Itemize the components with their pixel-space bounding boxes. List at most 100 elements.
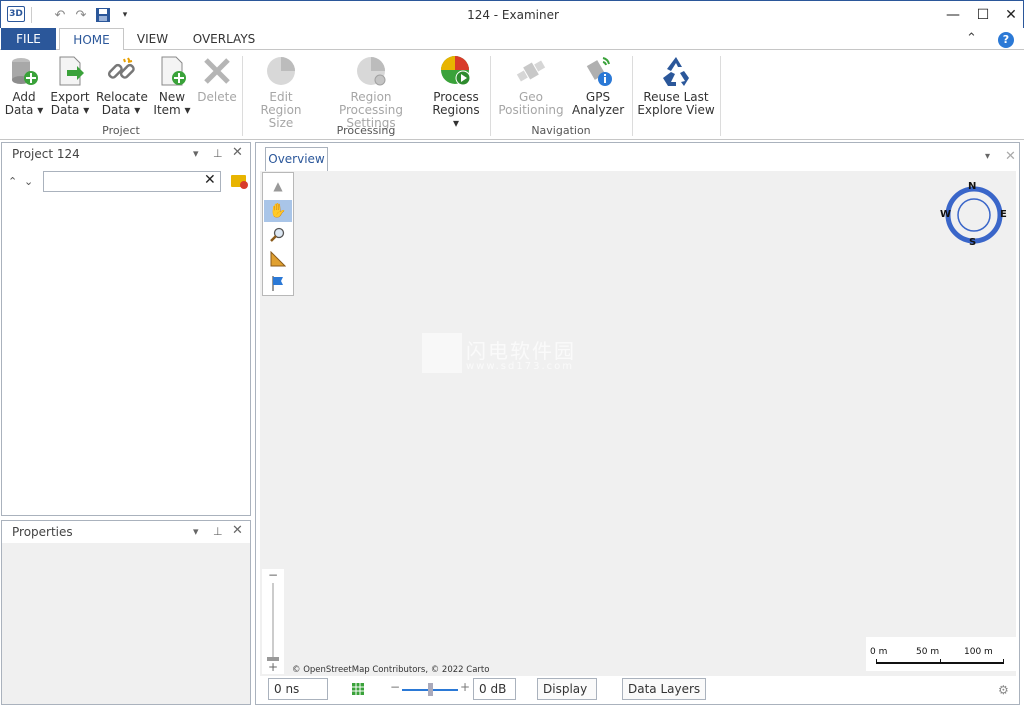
display-button[interactable]: Display xyxy=(537,678,597,700)
compass-s: S xyxy=(969,237,977,248)
scale-tick xyxy=(1003,659,1004,664)
group-separator xyxy=(490,56,491,136)
gain-increase-icon[interactable]: + xyxy=(460,680,470,694)
export-data-button[interactable]: Export Data ▾ xyxy=(50,54,90,126)
compass-e: E xyxy=(1000,209,1007,220)
gain-slider-thumb[interactable] xyxy=(428,683,433,696)
status-bar: 0 ns − + 0 dB Display Data Layers ⚙ xyxy=(258,676,1018,704)
export-doc-icon xyxy=(53,54,87,88)
relocate-data-label-2: Data ▾ xyxy=(101,103,141,117)
satellite-icon xyxy=(514,54,548,88)
tab-view[interactable]: VIEW xyxy=(130,28,175,50)
title-bar: 3D ↶ ↷ ▾ 124 - Examiner — ☐ ✕ xyxy=(0,0,1024,28)
grid-move-icon[interactable] xyxy=(350,681,366,700)
tab-overlays[interactable]: OVERLAYS xyxy=(188,28,260,50)
group-separator xyxy=(720,56,721,136)
new-doc-icon xyxy=(155,54,189,88)
reuse-last-explore-view-button[interactable]: Reuse Last Explore View xyxy=(636,54,716,126)
gps-analyzer-button[interactable]: GPS Analyzer xyxy=(572,54,624,126)
flag-marker-icon[interactable] xyxy=(264,272,292,294)
data-layers-button[interactable]: Data Layers xyxy=(622,678,706,700)
scale-label-100: 100 m xyxy=(964,647,993,657)
panel-menu-icon[interactable]: ▾ xyxy=(193,147,199,160)
collapse-ribbon-icon[interactable]: ⌃ xyxy=(966,31,977,46)
reuse-last-label-2: Explore View xyxy=(637,103,715,117)
scale-tick xyxy=(940,659,941,664)
watermark-url: www.sd173.com xyxy=(466,361,574,372)
pin-icon[interactable]: ⊥ xyxy=(213,147,223,160)
processing-settings-icon xyxy=(354,54,388,88)
relocate-data-button[interactable]: Relocate Data ▾ xyxy=(96,54,148,126)
doc-close-icon[interactable]: ✕ xyxy=(1005,149,1016,164)
expand-all-icon[interactable]: ⌄ xyxy=(24,175,33,188)
tab-home[interactable]: HOME xyxy=(59,28,124,51)
project-search-input[interactable] xyxy=(43,171,221,192)
geo-positioning-button[interactable]: Geo Positioning xyxy=(496,54,566,126)
gps-info-icon xyxy=(581,54,615,88)
time-field[interactable]: 0 ns xyxy=(268,678,328,700)
pie-play-icon xyxy=(439,54,473,88)
database-add-icon xyxy=(7,54,41,88)
folder-record-icon[interactable] xyxy=(231,175,248,189)
zoom-track xyxy=(272,583,274,657)
watermark-text: 闪电软件园 xyxy=(466,339,576,363)
close-window-icon[interactable]: ✕ xyxy=(999,5,1023,25)
doc-menu-icon[interactable]: ▾ xyxy=(985,151,990,162)
help-icon[interactable]: ? xyxy=(998,32,1014,48)
collapse-all-icon[interactable]: ⌃ xyxy=(8,175,17,188)
group-label-navigation: Navigation xyxy=(531,124,591,137)
zoom-magnifier-icon[interactable] xyxy=(264,224,292,246)
zoom-slider[interactable]: − + xyxy=(262,568,284,674)
tab-overview[interactable]: Overview xyxy=(265,147,328,172)
minimize-icon[interactable]: — xyxy=(941,5,965,25)
project-panel: Project 124 ▾ ⊥ ✕ ⌃ ⌄ ✕ xyxy=(1,142,251,516)
add-data-label-2: Data ▾ xyxy=(4,103,44,117)
new-item-label-2: Item ▾ xyxy=(153,103,191,117)
map-toolbar: ▲ ✋ xyxy=(262,172,294,296)
panel-close-icon[interactable]: ✕ xyxy=(232,523,243,538)
properties-panel: Properties ▾ ⊥ ✕ xyxy=(1,520,251,705)
gain-decrease-icon[interactable]: − xyxy=(390,680,400,694)
group-separator xyxy=(632,56,633,136)
zoom-in-label[interactable]: + xyxy=(268,660,278,674)
settings-gear-icon[interactable]: ⚙ xyxy=(998,683,1009,697)
scale-label-50: 50 m xyxy=(916,647,940,657)
ribbon-tabs: FILE HOME VIEW OVERLAYS ⌃ ? xyxy=(0,28,1024,51)
region-processing-label-1: Region Processing xyxy=(338,90,404,117)
maximize-icon[interactable]: ☐ xyxy=(971,5,995,25)
clear-search-icon[interactable]: ✕ xyxy=(204,172,216,188)
ribbon: Add Data ▾ Export Data ▾ Relocate Data ▾… xyxy=(0,50,1024,140)
delete-button[interactable]: Delete xyxy=(197,54,237,126)
region-processing-settings-button[interactable]: Region Processing Settings xyxy=(320,54,422,130)
recycle-icon xyxy=(659,54,693,88)
group-label-project: Project xyxy=(102,124,140,137)
zoom-out-label[interactable]: − xyxy=(268,568,278,582)
window-title: 124 - Examiner xyxy=(467,8,559,22)
tab-file[interactable]: FILE xyxy=(1,28,56,50)
chain-link-icon xyxy=(104,54,138,88)
edit-region-size-button[interactable]: Edit Region Size xyxy=(248,54,314,130)
gain-field[interactable]: 0 dB xyxy=(473,678,516,700)
measure-ruler-icon[interactable] xyxy=(264,248,292,270)
compass-w: W xyxy=(940,209,952,220)
scale-label-0: 0 m xyxy=(870,647,888,657)
new-item-button[interactable]: New Item ▾ xyxy=(152,54,192,126)
compass-n: N xyxy=(968,181,977,192)
pin-icon[interactable]: ⊥ xyxy=(213,525,223,538)
panel-menu-icon[interactable]: ▾ xyxy=(193,525,199,538)
compass-rose[interactable]: N S E W xyxy=(940,181,1008,249)
edit-region-label-1: Edit Region xyxy=(260,90,302,117)
process-regions-button[interactable]: Process Regions ▾ xyxy=(428,54,484,130)
gps-analyzer-label-2: Analyzer xyxy=(572,103,625,117)
map-view[interactable]: ▲ ✋ N S E W 闪电软件园 www.sd173.com − + © Op… xyxy=(260,171,1016,676)
delete-label: Delete xyxy=(197,90,237,104)
delete-x-icon xyxy=(200,54,234,88)
region-size-icon xyxy=(264,54,298,88)
panel-close-icon[interactable]: ✕ xyxy=(232,145,243,160)
toolbar-collapse-icon[interactable]: ▲ xyxy=(264,175,292,197)
scale-tick xyxy=(876,659,877,664)
scale-bar: 0 m 50 m 100 m xyxy=(866,637,1016,671)
pan-hand-icon[interactable]: ✋ xyxy=(264,200,292,222)
add-data-button[interactable]: Add Data ▾ xyxy=(4,54,44,126)
map-attribution: © OpenStreetMap Contributors, © 2022 Car… xyxy=(292,665,490,675)
